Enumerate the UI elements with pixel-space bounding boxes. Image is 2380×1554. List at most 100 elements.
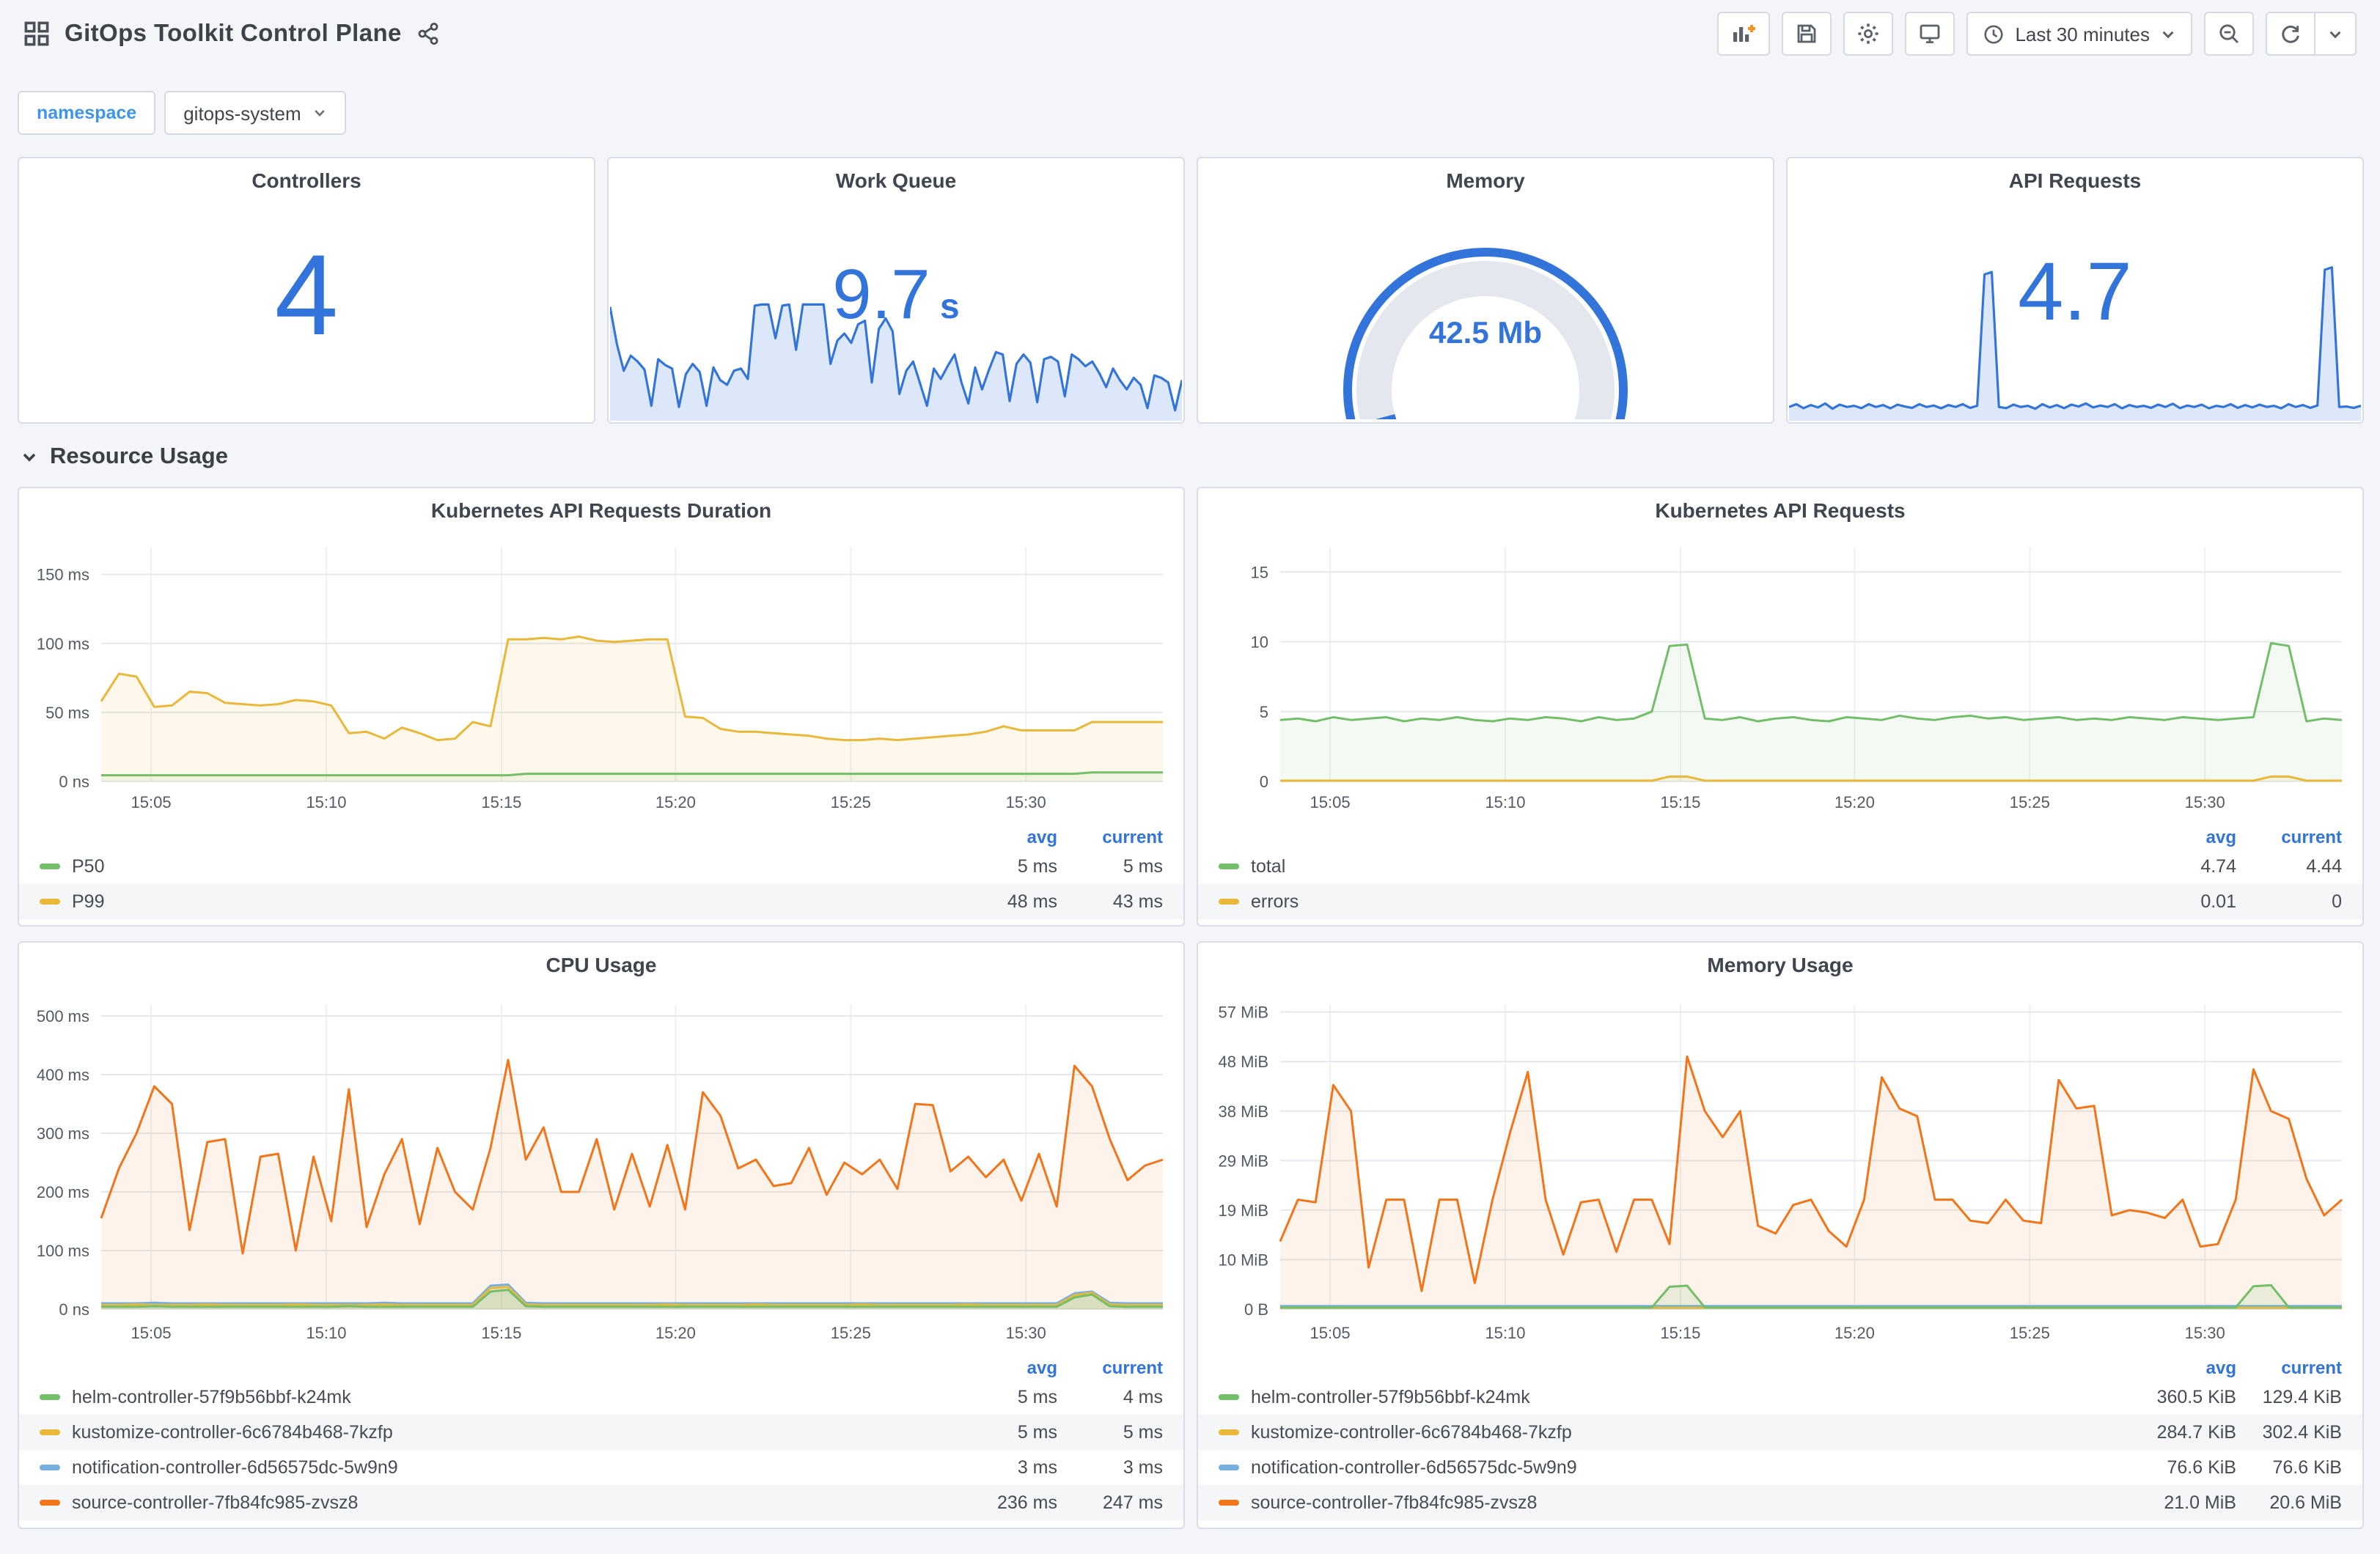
series-current: 3 ms — [1123, 1457, 1163, 1478]
chevron-down-icon — [313, 106, 328, 120]
memory-gauge-value: 42.5 Mb — [1428, 317, 1543, 350]
add-panel-button[interactable] — [1717, 12, 1771, 56]
legend-sort-current[interactable]: current — [1057, 827, 1163, 847]
series-swatch — [40, 1429, 60, 1435]
svg-text:15:10: 15:10 — [1485, 793, 1525, 811]
series-label[interactable]: kustomize-controller-6c6784b468-7kzfp — [72, 1422, 393, 1443]
dashboard-grid-icon — [23, 21, 50, 47]
svg-text:15:05: 15:05 — [1310, 793, 1351, 811]
dashboard-settings-button[interactable] — [1843, 12, 1894, 56]
svg-text:19 MiB: 19 MiB — [1219, 1201, 1268, 1220]
svg-text:15:15: 15:15 — [1660, 793, 1700, 811]
panel-title[interactable]: Memory Usage — [1198, 953, 2362, 976]
panel-memory-gauge: Memory 42.5 Mb — [1197, 157, 1774, 424]
svg-text:29 MiB: 29 MiB — [1219, 1152, 1268, 1170]
legend-sort-current[interactable]: current — [2236, 827, 2342, 847]
svg-text:0 ns: 0 ns — [59, 773, 89, 791]
panel-title[interactable]: Memory — [1198, 169, 1773, 192]
save-dashboard-button[interactable] — [1782, 12, 1832, 56]
series-current: 5 ms — [1123, 1422, 1163, 1443]
panel-cpu-usage: CPU Usage 15:05 15:10 15:15 15:20 15:25 15:30… — [18, 941, 1185, 1529]
time-range-label: Last 30 minutes — [2015, 23, 2150, 45]
legend-sort-current[interactable]: current — [2236, 1358, 2342, 1378]
series-label[interactable]: helm-controller-57f9b56bbf-k24mk — [72, 1387, 351, 1407]
legend-sort-avg[interactable]: avg — [2131, 827, 2236, 847]
svg-text:15:05: 15:05 — [1310, 1324, 1351, 1342]
legend-row: source-controller-7fb84fc985-zvsz8 21.0 … — [1198, 1485, 2362, 1520]
panel-title[interactable]: Kubernetes API Requests Duration — [19, 498, 1183, 522]
page-title: GitOps Toolkit Control Plane — [65, 20, 402, 46]
legend-sort-avg[interactable]: avg — [952, 1358, 1057, 1378]
share-icon[interactable] — [416, 22, 440, 45]
svg-text:15:25: 15:25 — [2010, 1324, 2050, 1342]
row-resource-usage[interactable]: Resource Usage — [21, 435, 228, 479]
series-current: 4 ms — [1123, 1387, 1163, 1407]
submenu: namespace gitops-system — [18, 91, 347, 135]
series-avg: 5 ms — [1017, 1387, 1057, 1407]
series-label[interactable]: total — [1251, 856, 1285, 877]
legend-sort-current[interactable]: current — [1057, 1358, 1163, 1378]
svg-text:15:10: 15:10 — [306, 793, 346, 811]
legend-row: helm-controller-57f9b56bbf-k24mk 5 ms 4 … — [19, 1380, 1183, 1415]
duration-chart[interactable]: 15:05 15:10 15:15 15:20 15:25 15:30 0 ns 50 ms 1… — [19, 515, 1183, 822]
panel-title[interactable]: API Requests — [1788, 169, 2362, 192]
svg-text:500 ms: 500 ms — [37, 1007, 89, 1025]
panel-title[interactable]: Work Queue — [609, 169, 1183, 192]
panel-title[interactable]: CPU Usage — [19, 953, 1183, 976]
series-avg: 360.5 KiB — [2156, 1387, 2236, 1407]
series-label[interactable]: kustomize-controller-6c6784b468-7kzfp — [1251, 1422, 1572, 1443]
legend-row: P50 5 ms 5 ms — [19, 849, 1183, 884]
legend-header: avg current — [19, 825, 1183, 849]
legend-row: notification-controller-6d56575dc-5w9n9 … — [19, 1450, 1183, 1485]
series-swatch — [1219, 1394, 1239, 1400]
series-current: 76.6 KiB — [2272, 1457, 2342, 1478]
panel-api-requests: Kubernetes API Requests 15:05 15:10 15:15 1… — [1197, 487, 2364, 927]
dashboard: GitOps Toolkit Control Plane Last 30 min… — [0, 0, 2380, 1554]
namespace-value: gitops-system — [183, 102, 301, 124]
zoom-out-button[interactable] — [2204, 12, 2254, 56]
legend-header: avg current — [1198, 825, 2362, 849]
svg-text:10 MiB: 10 MiB — [1219, 1251, 1268, 1269]
refresh-button[interactable] — [2266, 12, 2315, 56]
series-label[interactable]: errors — [1251, 891, 1299, 912]
api-requests-value: 4.7 — [2018, 245, 2132, 337]
requests-chart[interactable]: 15:05 15:10 15:15 15:20 15:25 15:30 0 5 10 15 — [1198, 515, 2362, 822]
svg-text:15:20: 15:20 — [1834, 793, 1875, 811]
svg-text:0: 0 — [1260, 773, 1268, 791]
memory-chart[interactable]: 15:05 15:10 15:15 15:20 15:25 15:30 0 B 10 MiB 1… — [1198, 969, 2362, 1353]
legend-row: notification-controller-6d56575dc-5w9n9 … — [1198, 1450, 2362, 1485]
time-range-picker[interactable]: Last 30 minutes — [1966, 12, 2192, 56]
panel-api-requests-duration: Kubernetes API Requests Duration 15:05 15… — [18, 487, 1185, 927]
cpu-chart[interactable]: 15:05 15:10 15:15 15:20 15:25 15:30 0 ns 100 ms… — [19, 969, 1183, 1353]
legend-sort-avg[interactable]: avg — [2131, 1358, 2236, 1378]
legend-row: kustomize-controller-6c6784b468-7kzfp 28… — [1198, 1415, 2362, 1450]
cycle-view-mode-button[interactable] — [1905, 12, 1955, 56]
series-swatch — [1219, 1465, 1239, 1470]
series-avg: 4.74 — [2200, 856, 2236, 877]
series-label[interactable]: notification-controller-6d56575dc-5w9n9 — [72, 1457, 398, 1478]
svg-text:50 ms: 50 ms — [45, 704, 89, 722]
svg-text:15:15: 15:15 — [1660, 1324, 1700, 1342]
series-current: 4.44 — [2306, 856, 2342, 877]
panel-title[interactable]: Kubernetes API Requests — [1198, 498, 2362, 522]
svg-text:200 ms: 200 ms — [37, 1183, 89, 1201]
series-swatch — [1219, 899, 1239, 905]
legend-header: avg current — [19, 1356, 1183, 1380]
series-swatch — [40, 1465, 60, 1470]
series-label[interactable]: notification-controller-6d56575dc-5w9n9 — [1251, 1457, 1577, 1478]
series-label[interactable]: source-controller-7fb84fc985-zvsz8 — [72, 1492, 358, 1513]
svg-text:15:20: 15:20 — [655, 1324, 696, 1342]
namespace-select[interactable]: gitops-system — [164, 91, 347, 135]
series-avg: 48 ms — [1007, 891, 1057, 912]
series-label[interactable]: source-controller-7fb84fc985-zvsz8 — [1251, 1492, 1537, 1513]
panel-title[interactable]: Controllers — [19, 169, 594, 192]
svg-text:15:15: 15:15 — [481, 1324, 521, 1342]
variable-label: namespace — [37, 103, 137, 123]
series-label[interactable]: P50 — [72, 856, 105, 877]
series-label[interactable]: helm-controller-57f9b56bbf-k24mk — [1251, 1387, 1530, 1407]
legend-sort-avg[interactable]: avg — [952, 827, 1057, 847]
series-avg: 5 ms — [1017, 1422, 1057, 1443]
legend-row: helm-controller-57f9b56bbf-k24mk 360.5 K… — [1198, 1380, 2362, 1415]
series-label[interactable]: P99 — [72, 891, 105, 912]
refresh-interval-dropdown[interactable] — [2315, 12, 2357, 56]
